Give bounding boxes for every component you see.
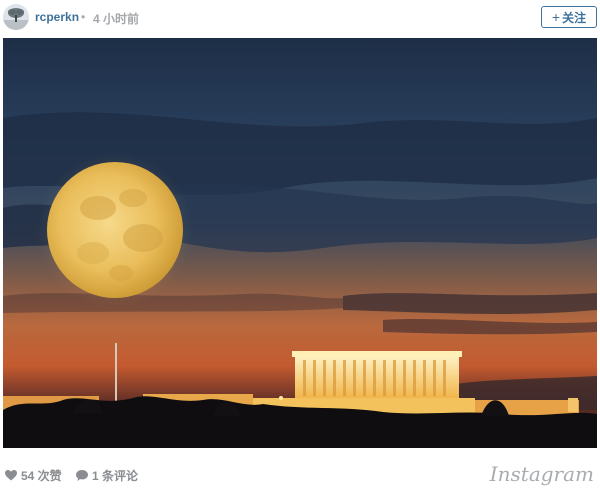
post-footer: 54 次赞 1 条评论 Instagram — [0, 458, 600, 490]
post-timestamp[interactable]: 4 小时前 — [93, 10, 139, 27]
follow-label: 关注 — [562, 10, 587, 25]
comments-button[interactable]: 1 条评论 — [76, 467, 138, 484]
username-link[interactable]: rcperkn — [35, 10, 79, 24]
separator-dot: • — [81, 10, 86, 24]
moon-over-monument-image — [3, 38, 597, 448]
avatar[interactable] — [3, 4, 29, 30]
post-photo[interactable] — [3, 38, 597, 448]
heart-icon — [5, 470, 17, 481]
instagram-logo[interactable]: Instagram — [490, 462, 594, 486]
avatar-tree-icon — [3, 4, 29, 30]
likes-button[interactable]: 54 次赞 — [5, 467, 62, 484]
follow-button[interactable]: + 关注 — [541, 6, 597, 28]
post-card: rcperkn • 4 小时前 + 关注 54 次赞 1 条评论 Instagr… — [0, 0, 600, 494]
post-header: rcperkn • 4 小时前 + 关注 — [0, 0, 600, 36]
comments-count: 1 条评论 — [92, 469, 139, 483]
comment-bubble-icon — [76, 470, 88, 481]
likes-count: 54 次赞 — [21, 469, 62, 483]
plus-icon: + — [551, 9, 561, 25]
